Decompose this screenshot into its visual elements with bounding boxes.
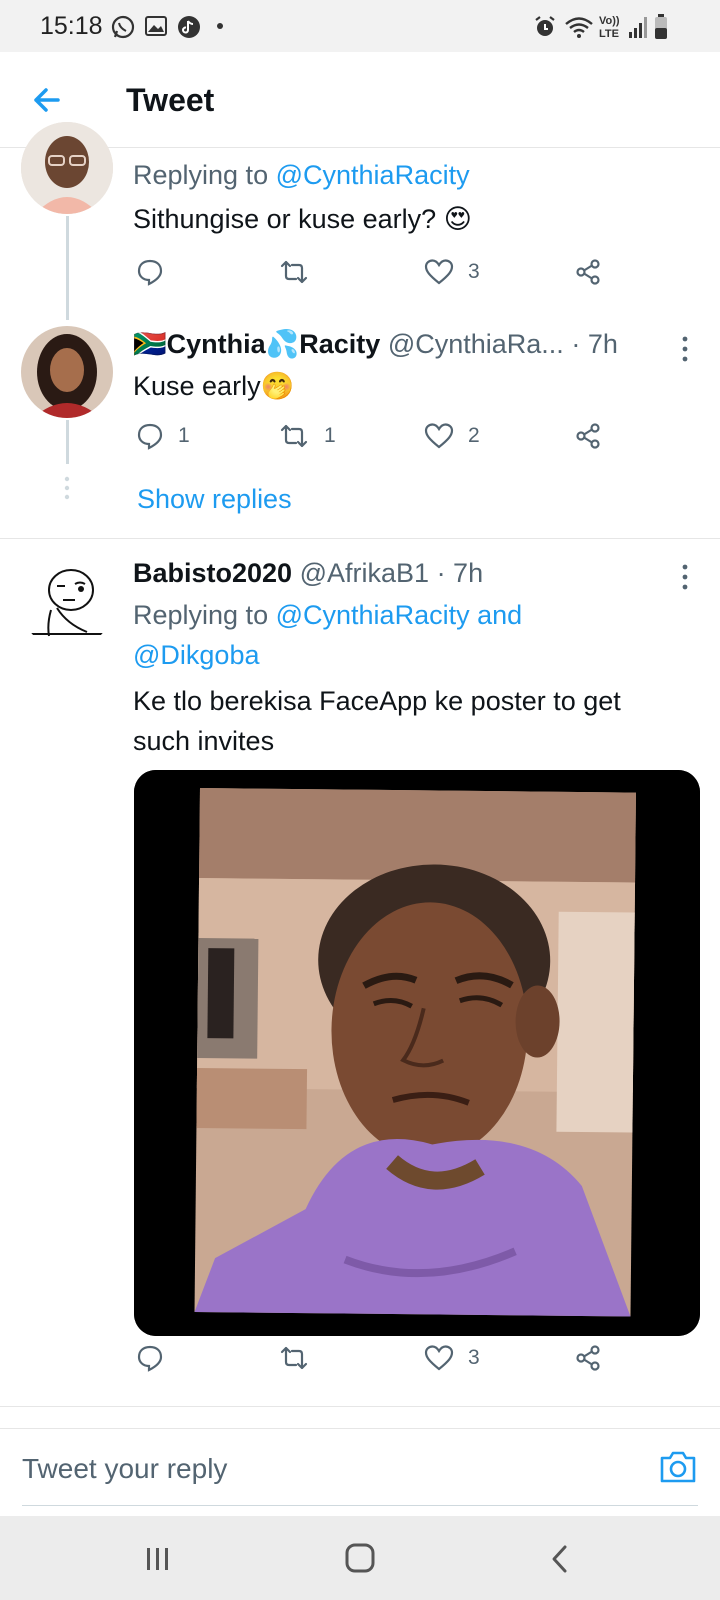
- back-icon[interactable]: [548, 1544, 572, 1574]
- tweet-emoji: 😍: [443, 204, 472, 234]
- tweet-time: · 7h: [436, 558, 484, 588]
- signal-icon: [629, 17, 647, 38]
- tiktok-icon: [178, 16, 200, 38]
- replying-to: Replying to @CynthiaRacity and: [133, 600, 522, 631]
- avatar-image: [21, 122, 113, 214]
- heart-icon: [424, 423, 454, 449]
- volte-icon: Vo)) LTE: [599, 15, 620, 40]
- retweet-button[interactable]: [278, 1344, 324, 1372]
- svg-text:Vo)): Vo)): [599, 15, 620, 27]
- flag-emoji: 🇿🇦: [133, 329, 167, 359]
- thread-dots: [64, 476, 70, 500]
- media-image: [134, 770, 700, 1336]
- reply-input[interactable]: [22, 1447, 622, 1491]
- reply-underline: [22, 1505, 698, 1506]
- replying-to: Replying to @CynthiaRacity: [133, 160, 470, 191]
- reply-icon: [137, 259, 163, 286]
- dot-icon: [217, 23, 223, 29]
- heart-icon: [424, 259, 454, 285]
- avatar[interactable]: [21, 122, 113, 214]
- like-button[interactable]: 2: [424, 422, 480, 450]
- retweet-icon: [280, 1346, 308, 1370]
- replying-prefix: Replying to: [133, 160, 269, 190]
- avatar[interactable]: [21, 326, 113, 418]
- battery-icon: [655, 14, 667, 39]
- reply-icon: [137, 1345, 163, 1372]
- divider: [0, 1406, 720, 1407]
- retweet-button[interactable]: 1: [278, 422, 336, 450]
- user-handle[interactable]: @CynthiaRa...: [388, 329, 564, 359]
- display-name-suffix[interactable]: Racity: [299, 329, 380, 359]
- like-count: 3: [468, 260, 480, 283]
- display-name[interactable]: Cynthia: [167, 329, 266, 359]
- tweet-text: Sithungise or kuse early? 😍: [133, 204, 472, 235]
- retweet-icon: [280, 260, 308, 284]
- tweet-header: 🇿🇦Cynthia💦Racity @CynthiaRa... · 7h: [133, 328, 618, 360]
- retweet-button[interactable]: [278, 258, 324, 286]
- tweet-text-body: Kuse early: [133, 371, 261, 401]
- system-nav-bar: [0, 1516, 720, 1600]
- recents-icon[interactable]: [144, 1546, 172, 1572]
- app-header: Tweet: [0, 52, 720, 148]
- tweet-header: Babisto2020 @AfrikaB1 · 7h: [133, 558, 483, 589]
- reply-button[interactable]: 1: [136, 422, 190, 450]
- show-replies-link[interactable]: Show replies: [137, 484, 292, 515]
- like-count: 3: [468, 1346, 480, 1369]
- reply-count: 1: [178, 424, 190, 447]
- like-button[interactable]: 3: [424, 258, 480, 286]
- status-bar: 15:18 Vo)) LTE: [0, 0, 720, 52]
- gallery-icon: [145, 16, 167, 36]
- avatar-image: [21, 558, 113, 650]
- share-icon[interactable]: [574, 422, 602, 450]
- replying-prefix: Replying to: [133, 600, 269, 630]
- divider: [0, 538, 720, 539]
- reply-button[interactable]: [136, 1344, 178, 1372]
- more-options-icon[interactable]: [680, 336, 690, 362]
- camera-icon[interactable]: [658, 1449, 698, 1485]
- avatar-image: [21, 326, 113, 418]
- retweet-count: 1: [324, 424, 336, 447]
- wifi-icon: [565, 17, 593, 38]
- page-title: Tweet: [126, 82, 215, 118]
- tweet-media[interactable]: [134, 770, 700, 1336]
- retweet-icon: [280, 424, 308, 448]
- like-button[interactable]: 3: [424, 1344, 480, 1372]
- thread-line: [66, 216, 69, 320]
- share-icon[interactable]: [574, 1344, 602, 1372]
- tweet-text: Kuse early🤭: [133, 370, 294, 402]
- tweet-time: · 7h: [571, 329, 618, 359]
- whatsapp-icon: [111, 15, 135, 39]
- reply-icon: [137, 423, 163, 450]
- display-name[interactable]: Babisto2020: [133, 558, 292, 588]
- arrow-left-icon[interactable]: [28, 80, 68, 120]
- replying-to-cont: @Dikgoba: [133, 640, 259, 671]
- tweet-text-line2: such invites: [133, 726, 275, 756]
- svg-text:LTE: LTE: [599, 28, 619, 40]
- share-icon[interactable]: [574, 258, 602, 286]
- name-emoji: 💦: [265, 329, 300, 359]
- like-count: 2: [468, 424, 480, 447]
- reply-button[interactable]: [136, 258, 178, 286]
- mention-link[interactable]: @CynthiaRacity and: [276, 600, 523, 630]
- mention-link[interactable]: @Dikgoba: [133, 640, 259, 670]
- alarm-icon: [535, 16, 555, 36]
- home-icon[interactable]: [344, 1542, 376, 1574]
- tweet-emoji: 🤭: [260, 371, 295, 401]
- more-options-icon[interactable]: [680, 564, 690, 590]
- thread-line: [66, 420, 69, 464]
- reply-composer: [0, 1428, 720, 1516]
- user-handle[interactable]: @AfrikaB1: [300, 558, 429, 588]
- status-time: 15:18: [40, 12, 103, 40]
- tweet-text-body: Sithungise or kuse early?: [133, 204, 437, 234]
- tweet-text-line1: Ke tlo berekisa FaceApp ke poster to get: [133, 686, 621, 716]
- heart-icon: [424, 1345, 454, 1371]
- mention-link[interactable]: @CynthiaRacity: [276, 160, 470, 190]
- avatar[interactable]: [21, 558, 113, 650]
